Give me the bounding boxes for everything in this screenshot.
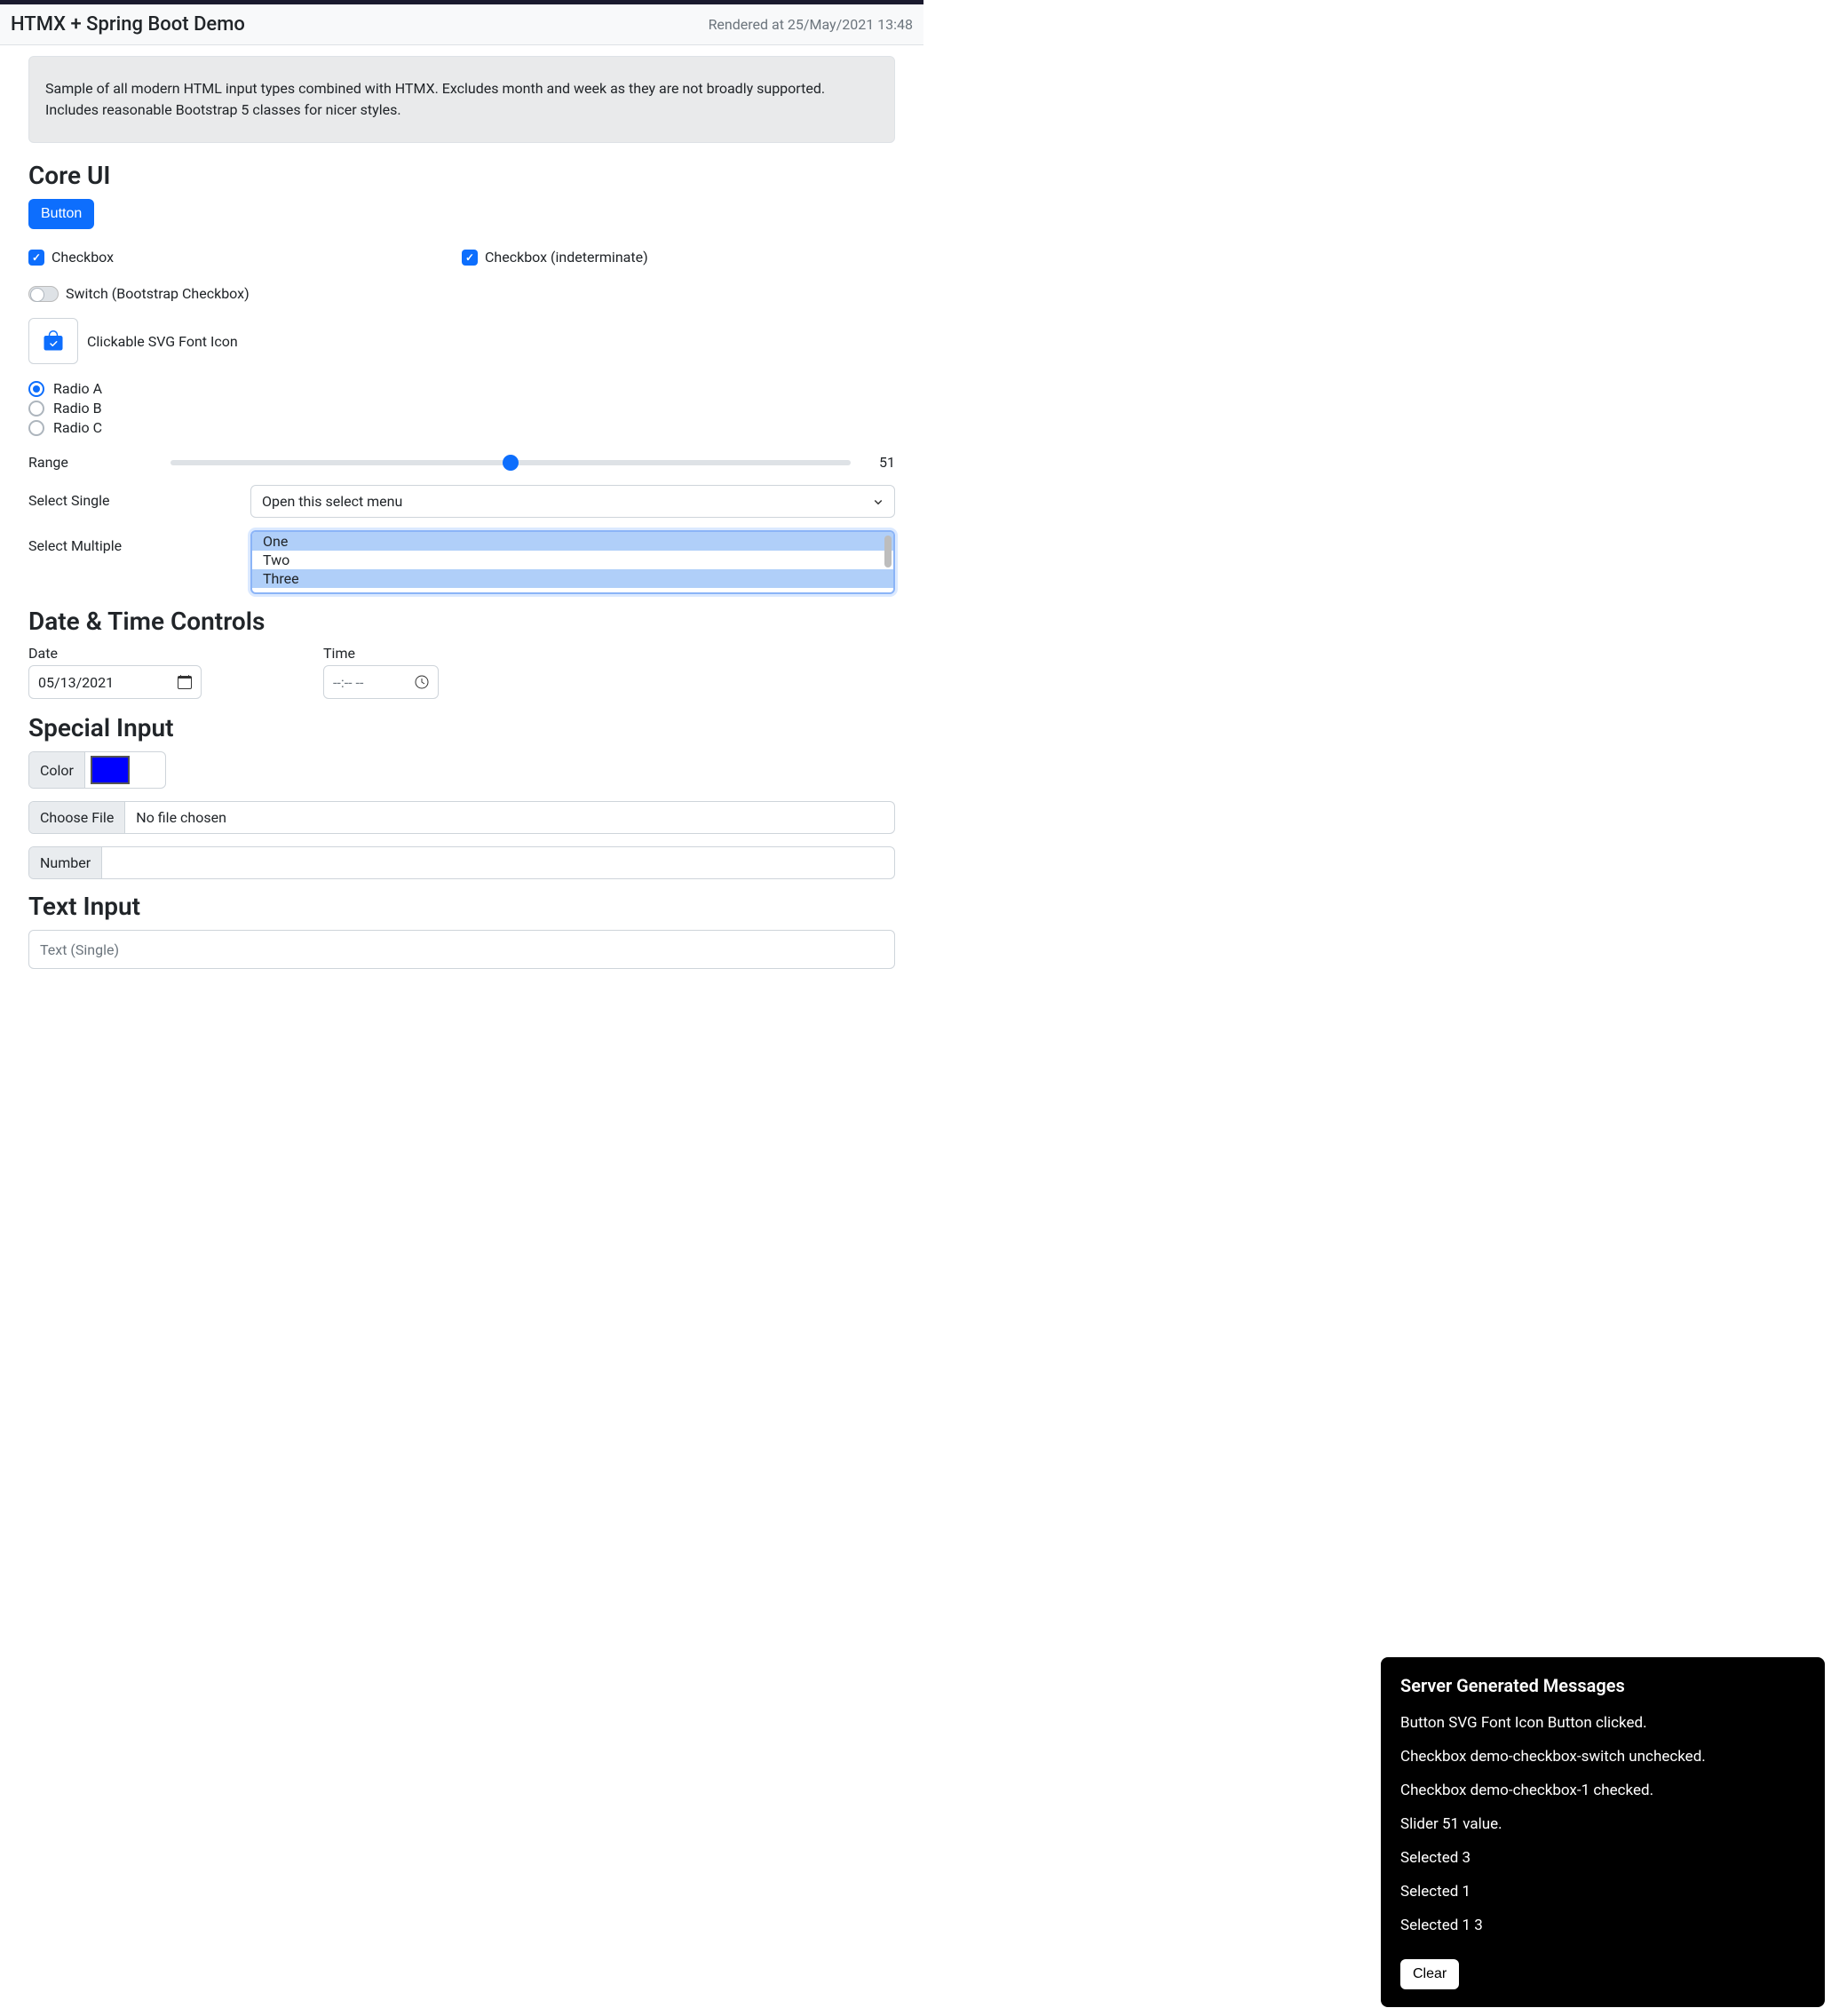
select-single-value: Open this select menu — [262, 493, 402, 510]
number-label: Number — [29, 847, 102, 878]
switch-label: Switch (Bootstrap Checkbox) — [66, 285, 250, 302]
calendar-icon — [178, 675, 192, 689]
radio-a[interactable] — [28, 381, 44, 397]
radio-b-label: Radio B — [53, 400, 102, 417]
toast-title: Server Generated Messages — [1400, 1675, 1805, 1696]
clock-icon — [415, 675, 429, 689]
select-multiple[interactable]: One Two Three — [250, 530, 895, 594]
text-single-input[interactable]: Text (Single) — [28, 930, 895, 969]
select-option-three[interactable]: Three — [252, 569, 893, 588]
demo-button[interactable]: Button — [28, 199, 94, 229]
select-single[interactable]: Open this select menu — [250, 485, 895, 518]
page-title: HTMX + Spring Boot Demo — [11, 13, 245, 36]
section-special: Special Input — [28, 713, 895, 742]
date-value: 05/13/2021 — [38, 674, 114, 691]
page-header: HTMX + Spring Boot Demo Rendered at 25/M… — [0, 4, 924, 45]
section-datetime: Date & Time Controls — [28, 607, 895, 636]
checkbox-indeterminate-label: Checkbox (indeterminate) — [485, 249, 648, 266]
toast-message: Checkbox demo-checkbox-switch unchecked. — [1400, 1748, 1805, 1766]
render-timestamp: Rendered at 25/May/2021 13:48 — [709, 16, 913, 33]
section-text: Text Input — [28, 892, 895, 921]
select-option-one[interactable]: One — [252, 532, 893, 551]
toast-message: Button SVG Font Icon Button clicked. — [1400, 1714, 1805, 1732]
select-scrollbar[interactable] — [884, 536, 892, 567]
toast-message: Selected 1 3 — [1400, 1917, 1805, 1934]
clear-button[interactable]: Clear — [1400, 1959, 1459, 1989]
select-multiple-label: Select Multiple — [28, 530, 242, 554]
checkbox-1[interactable] — [28, 250, 44, 266]
toast-message: Selected 1 — [1400, 1883, 1805, 1901]
toast-message: Selected 3 — [1400, 1849, 1805, 1867]
date-input[interactable]: 05/13/2021 — [28, 665, 202, 699]
select-option-two[interactable]: Two — [252, 551, 893, 569]
file-button[interactable]: Choose File — [29, 802, 125, 833]
toast-message: Slider 51 value. — [1400, 1815, 1805, 1833]
toast-message: Checkbox demo-checkbox-1 checked. — [1400, 1782, 1805, 1799]
svg-icon-label: Clickable SVG Font Icon — [87, 333, 238, 350]
bag-check-icon — [43, 330, 64, 352]
color-input[interactable] — [91, 756, 130, 784]
file-value: No file chosen — [136, 809, 226, 826]
color-label: Color — [29, 752, 85, 788]
time-label: Time — [323, 645, 600, 662]
radio-c[interactable] — [28, 420, 44, 436]
range-label: Range — [28, 454, 162, 471]
range-value: 51 — [860, 454, 895, 471]
radio-a-label: Radio A — [53, 380, 102, 397]
range-slider[interactable] — [170, 460, 851, 465]
checkbox-indeterminate[interactable] — [462, 250, 478, 266]
intro-callout: Sample of all modern HTML input types co… — [28, 56, 895, 143]
date-label: Date — [28, 645, 305, 662]
server-messages-toast: Server Generated Messages Button SVG Fon… — [1381, 1657, 1825, 2007]
text-single-placeholder: Text (Single) — [40, 941, 119, 958]
checkbox-1-label: Checkbox — [52, 249, 114, 266]
number-input[interactable] — [102, 847, 894, 878]
select-single-label: Select Single — [28, 485, 242, 509]
time-value: --:-- -- — [333, 674, 363, 691]
range-thumb[interactable] — [503, 455, 519, 471]
switch-toggle[interactable] — [28, 286, 59, 302]
section-core-ui: Core UI — [28, 161, 895, 190]
chevron-down-icon — [873, 496, 884, 507]
svg-icon-button[interactable] — [28, 318, 78, 364]
radio-c-label: Radio C — [53, 419, 102, 436]
time-input[interactable]: --:-- -- — [323, 665, 439, 699]
radio-b[interactable] — [28, 401, 44, 417]
